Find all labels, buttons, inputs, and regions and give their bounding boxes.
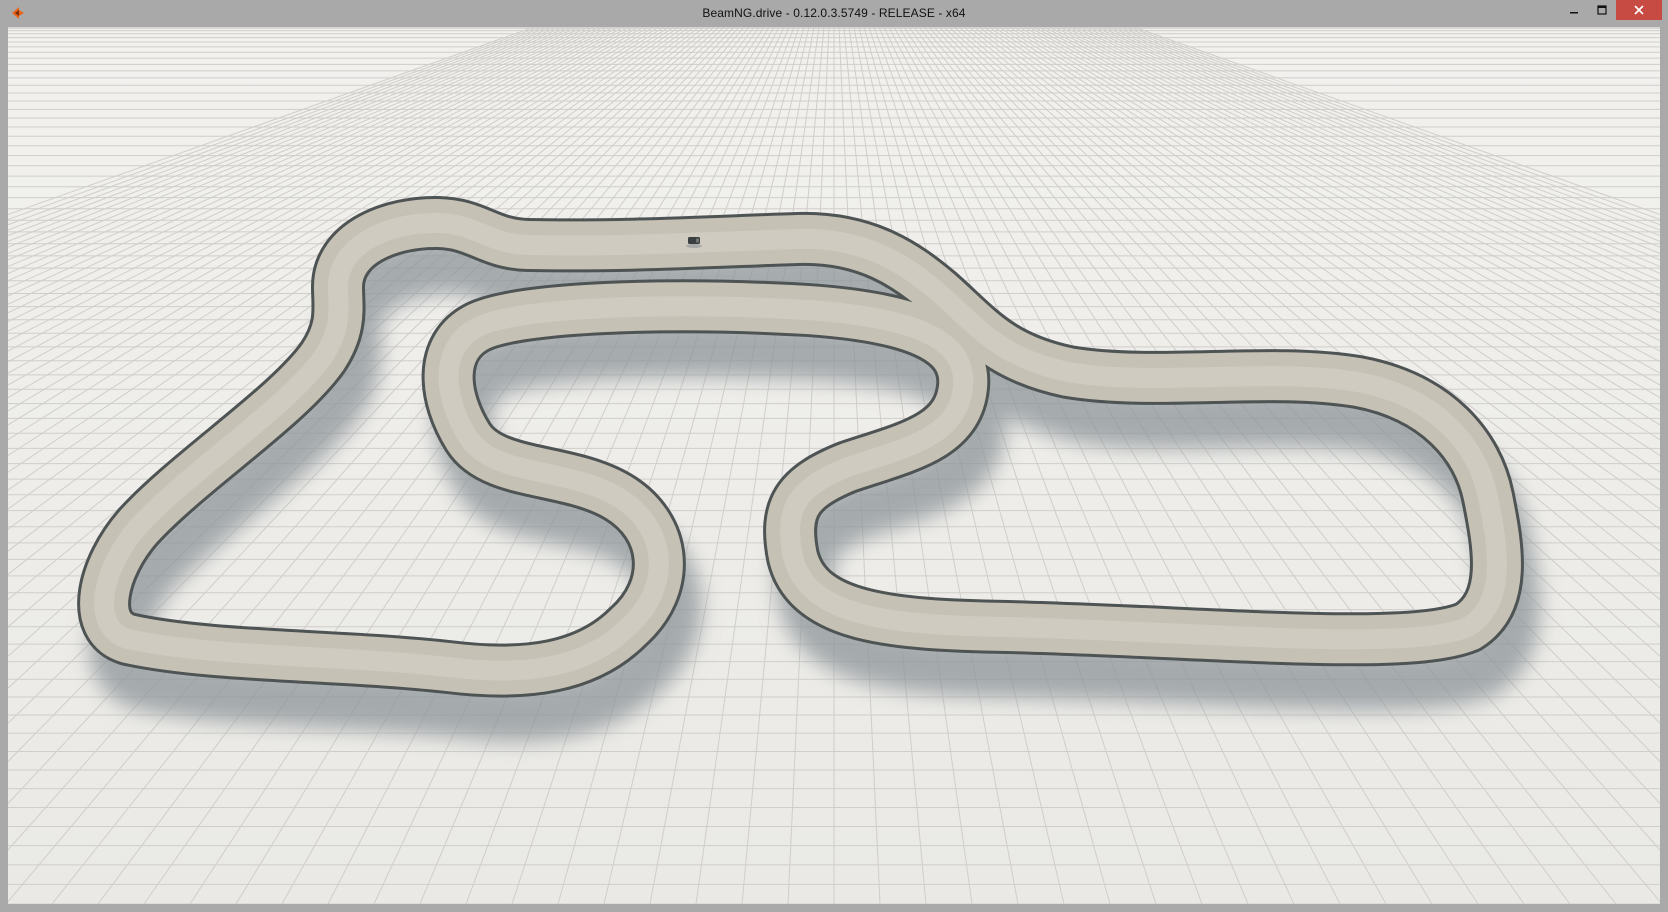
minimize-icon (1570, 12, 1578, 14)
close-icon (1634, 5, 1644, 15)
title-bar[interactable]: BeamNG.drive - 0.12.0.3.5749 - RELEASE -… (0, 0, 1668, 26)
close-button[interactable] (1616, 0, 1662, 20)
maximize-icon (1597, 5, 1607, 15)
window-title: BeamNG.drive - 0.12.0.3.5749 - RELEASE -… (702, 6, 966, 20)
maximize-button[interactable] (1588, 0, 1616, 20)
window-controls (1560, 0, 1662, 22)
3d-viewport[interactable] (8, 27, 1660, 904)
minimize-button[interactable] (1560, 0, 1588, 20)
scene-canvas (8, 27, 1660, 904)
app-window: BeamNG.drive - 0.12.0.3.5749 - RELEASE -… (0, 0, 1668, 912)
vehicle[interactable] (686, 237, 702, 248)
